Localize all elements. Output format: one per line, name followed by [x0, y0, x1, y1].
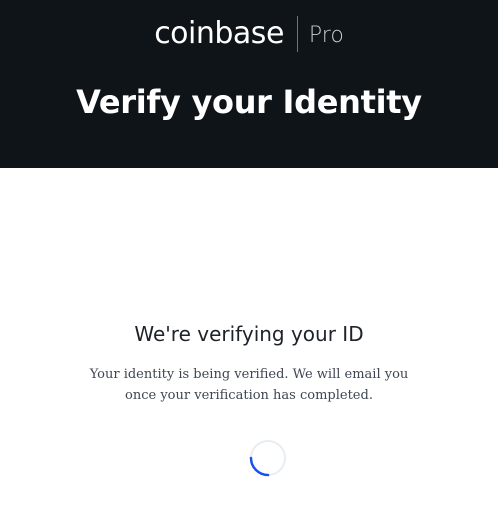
- page-title: Verify your Identity: [76, 83, 422, 121]
- page-header: coinbase Pro Verify your Identity: [0, 0, 498, 168]
- spinner-arc: [249, 456, 270, 477]
- status-message: Your identity is being verified. We will…: [89, 367, 409, 403]
- loading-spinner-icon: [249, 440, 286, 477]
- logo-product-name: Pro: [308, 23, 344, 48]
- logo-divider: [296, 16, 298, 52]
- brand-logo[interactable]: coinbase Pro: [0, 12, 498, 56]
- verification-status-panel: We're verifying your ID Your identity is…: [0, 168, 498, 521]
- logo-wordmark: coinbase: [154, 16, 284, 51]
- status-heading: We're verifying your ID: [134, 322, 364, 346]
